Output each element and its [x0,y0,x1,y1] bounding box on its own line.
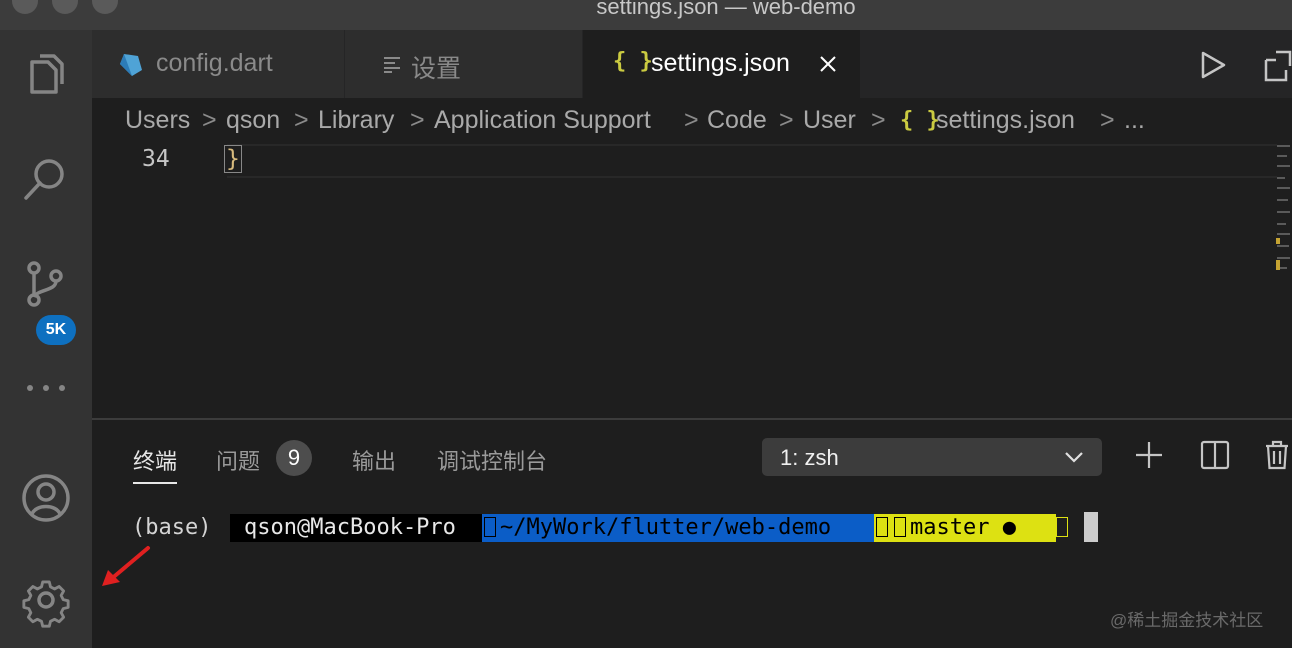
prompt-directory-segment: ~/MyWork/flutter/web-demo [482,514,874,542]
powerline-end-icon [1056,514,1072,542]
run-icon[interactable] [1198,50,1228,80]
breadcrumb-item-settings-json[interactable]: settings.json [936,106,1075,135]
breadcrumb-item-more[interactable]: ... [1124,106,1145,135]
current-line-highlight [227,144,1277,178]
terminal-select[interactable]: 1: zsh [762,438,1102,476]
tab-problems[interactable]: 问题 [216,444,260,476]
tab-bar: config.dart 设置 { } settings.json [92,30,1292,98]
breadcrumb-separator: > [871,106,886,134]
breadcrumb-separator: > [684,106,699,134]
files-icon[interactable] [18,48,74,104]
tab-settings-json[interactable]: { } settings.json [583,30,861,98]
problems-count-badge: 9 [276,440,312,476]
conda-env: (base) [132,515,212,540]
tab-label: config.dart [156,49,273,77]
json-icon: { } [900,108,940,133]
breadcrumb-item-library[interactable]: Library [318,106,394,135]
new-terminal-icon[interactable] [1132,438,1166,472]
chevron-down-icon [1065,452,1083,463]
powerline-glyph-icon [484,517,496,537]
prompt-directory: ~/MyWork/flutter/web-demo [500,515,832,540]
terminal-cursor [1084,512,1098,542]
breadcrumb-separator: > [410,106,425,134]
tab-label: settings.json [651,49,790,77]
watermark: @稀土掘金技术社区 [1110,611,1264,630]
source-control-badge: 5K [36,315,76,345]
breadcrumb-item-application-support[interactable]: Application Support [434,106,651,135]
source-control-icon[interactable] [18,256,74,312]
settings-list-icon [384,57,400,73]
git-branch-icon [894,517,906,537]
account-icon[interactable] [18,470,74,526]
breadcrumb-separator: > [779,106,794,134]
breadcrumb-item-qson[interactable]: qson [226,106,280,135]
close-tab-icon[interactable] [819,55,837,73]
line-number: 34 [142,146,170,172]
tab-settings-ui[interactable]: 设置 [345,30,583,98]
breadcrumb-item-code[interactable]: Code [707,106,767,135]
json-icon: { } [613,49,653,74]
window-title: settings.json — web-demo [596,0,856,19]
minimap[interactable] [1275,142,1292,282]
breadcrumb-separator: > [202,106,217,134]
prompt-git-segment: master ● [874,514,1056,542]
breadcrumb: Users > qson > Library > Application Sup… [92,98,1292,142]
tab-terminal[interactable]: 终端 [133,444,177,476]
breadcrumb-item-user[interactable]: User [803,106,856,135]
prompt-user-host: qson@MacBook-Pro [230,514,482,542]
prompt-branch: master [910,515,990,540]
open-changes-icon[interactable] [1262,48,1292,82]
title-bar: settings.json — web-demo [0,0,1292,30]
tab-debug-console[interactable]: 调试控制台 [437,444,547,476]
breadcrumb-separator: > [294,106,309,134]
editor[interactable]: 34 } [92,142,1292,418]
trash-icon[interactable] [1260,438,1292,472]
active-tab-indicator [133,482,177,484]
code-line[interactable]: } [224,145,242,173]
search-icon[interactable] [18,150,74,206]
gear-icon[interactable] [18,572,74,628]
breadcrumb-item-users[interactable]: Users [125,106,190,135]
tab-config-dart[interactable]: config.dart [92,30,345,98]
breadcrumb-separator: > [1100,106,1115,134]
tab-label: 设置 [411,55,462,83]
more-icon[interactable] [18,360,74,416]
annotation-arrow-icon [102,546,150,586]
split-terminal-icon[interactable] [1198,438,1232,472]
git-dirty-indicator: ● [1002,515,1016,540]
terminal-select-value: 1: zsh [780,445,839,470]
powerline-glyph-icon [876,517,888,537]
dart-icon [120,54,142,76]
activity-bar: 5K [0,30,92,648]
tab-output[interactable]: 输出 [352,444,396,476]
